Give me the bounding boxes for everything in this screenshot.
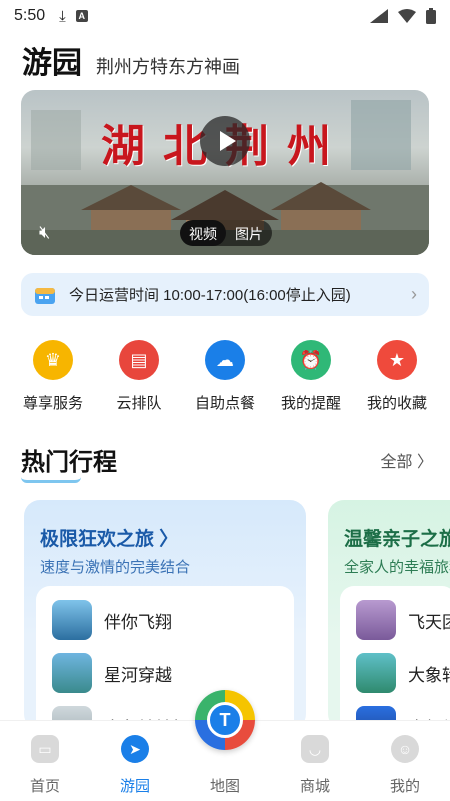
media-toggle[interactable]: 视频 图片 bbox=[180, 220, 272, 246]
card-subtitle: 全家人的幸福旅程 bbox=[344, 559, 450, 576]
shopping-bag-icon: ◡ bbox=[301, 735, 329, 763]
card-list: 飞天团 大象转 牛郎织 bbox=[340, 586, 450, 730]
tab-shop[interactable]: ◡ 商城 bbox=[280, 735, 350, 801]
quick-action-label: 云排队 bbox=[116, 395, 162, 412]
list-item[interactable]: 伴你飞翔 bbox=[52, 600, 172, 640]
quick-action-label: 自助点餐 bbox=[194, 395, 255, 412]
section-header: 热门行程 全部 〉 bbox=[21, 442, 433, 483]
card-title[interactable]: 极限狂欢之旅 〉 bbox=[40, 524, 178, 551]
page-header: 游园 荆州方特东方神画 bbox=[0, 38, 450, 88]
crown-icon: ♛ bbox=[33, 340, 73, 380]
tab-profile[interactable]: ☺ 我的 bbox=[370, 735, 440, 801]
list-item[interactable]: 飞天团 bbox=[356, 600, 450, 640]
title-underline bbox=[21, 477, 81, 483]
battery-icon bbox=[426, 8, 436, 24]
tab-video[interactable]: 视频 bbox=[180, 220, 226, 246]
thumbnail-image bbox=[356, 600, 396, 640]
item-label: 飞天团 bbox=[408, 612, 450, 632]
quick-action-queue[interactable]: ▤ 云排队 bbox=[96, 340, 182, 413]
card-subtitle: 速度与激情的完美结合 bbox=[40, 559, 191, 576]
status-time: 5:50 bbox=[14, 7, 46, 24]
play-button[interactable] bbox=[200, 116, 250, 166]
thumbnail-image bbox=[52, 653, 92, 693]
view-all-link[interactable]: 全部 〉 bbox=[381, 448, 433, 472]
itinerary-card[interactable]: 温馨亲子之旅 全家人的幸福旅程 飞天团 大象转 牛郎织 bbox=[328, 500, 450, 730]
home-icon: ▭ bbox=[31, 735, 59, 763]
thumbnail-image bbox=[356, 653, 396, 693]
section-title: 热门行程 bbox=[21, 442, 117, 483]
compass-icon: ➤ bbox=[121, 735, 149, 763]
quick-actions: ♛ 尊享服务 ▤ 云排队 ☁ 自助点餐 ⏰ 我的提醒 ★ 我的收藏 bbox=[10, 340, 440, 413]
map-fab-button[interactable]: T bbox=[195, 690, 255, 750]
wifi-icon bbox=[398, 9, 416, 23]
item-label: 大象转 bbox=[408, 665, 450, 685]
list-item[interactable]: 星河穿越 bbox=[52, 653, 172, 693]
quick-action-label: 我的提醒 bbox=[280, 395, 341, 412]
quick-action-label: 我的收藏 bbox=[366, 395, 427, 412]
signal-icon bbox=[370, 9, 388, 23]
item-label: 星河穿越 bbox=[104, 665, 172, 685]
profile-icon: ☺ bbox=[391, 735, 419, 763]
section-title-text: 热门行程 bbox=[21, 449, 117, 476]
tab-label: 首页 bbox=[29, 778, 60, 795]
download-icon: ⤓ bbox=[59, 7, 66, 25]
operating-hours-bar[interactable]: 今日运营时间 10:00-17:00(16:00停止入园) › bbox=[21, 273, 429, 316]
card-title[interactable]: 温馨亲子之旅 bbox=[344, 524, 450, 551]
status-bar: 5:50 ⤓ A bbox=[0, 0, 450, 32]
quick-action-alarm-clock[interactable]: ⏰ 我的提醒 bbox=[268, 340, 354, 413]
calendar-icon bbox=[35, 287, 55, 304]
tab-park[interactable]: ➤ 游园 bbox=[100, 735, 170, 801]
tab-image[interactable]: 图片 bbox=[226, 220, 272, 246]
tab-label: 商城 bbox=[299, 778, 330, 795]
list-item[interactable]: 大象转 bbox=[356, 653, 450, 693]
tab-label: 游园 bbox=[119, 778, 150, 795]
card-list: 伴你飞翔 星河穿越 大象转转杯 bbox=[36, 586, 294, 730]
chevron-right-icon: › bbox=[411, 284, 417, 304]
itinerary-card[interactable]: 极限狂欢之旅 〉 速度与激情的完美结合 伴你飞翔 星河穿越 大象转转杯 bbox=[24, 500, 306, 730]
park-name[interactable]: 荆州方特东方神画 bbox=[96, 53, 240, 79]
map-logo-icon: T bbox=[207, 702, 243, 738]
tab-label: 地图 bbox=[209, 778, 240, 795]
quick-action-chef-hat[interactable]: ☁ 自助点餐 bbox=[182, 340, 268, 413]
quick-action-crown[interactable]: ♛ 尊享服务 bbox=[10, 340, 96, 413]
tab-home[interactable]: ▭ 首页 bbox=[10, 735, 80, 801]
queue-icon: ▤ bbox=[119, 340, 159, 380]
mute-icon[interactable]: 🔇︎ bbox=[39, 222, 50, 243]
app-notification-icon: A bbox=[75, 10, 88, 22]
play-icon bbox=[219, 131, 236, 151]
quick-action-star[interactable]: ★ 我的收藏 bbox=[354, 340, 440, 413]
operating-hours-text: 今日运营时间 10:00-17:00(16:00停止入园) bbox=[69, 287, 351, 304]
chef-hat-icon: ☁ bbox=[205, 340, 245, 380]
tab-label: 我的 bbox=[389, 778, 420, 795]
alarm-clock-icon: ⏰ bbox=[291, 340, 331, 380]
quick-action-label: 尊享服务 bbox=[22, 395, 83, 412]
video-banner[interactable]: 湖北荆州 🔇︎ 视频 图片 bbox=[21, 90, 429, 255]
item-label: 伴你飞翔 bbox=[104, 612, 172, 632]
star-icon: ★ bbox=[377, 340, 417, 380]
page-title: 游园 bbox=[22, 47, 82, 80]
thumbnail-image bbox=[52, 600, 92, 640]
